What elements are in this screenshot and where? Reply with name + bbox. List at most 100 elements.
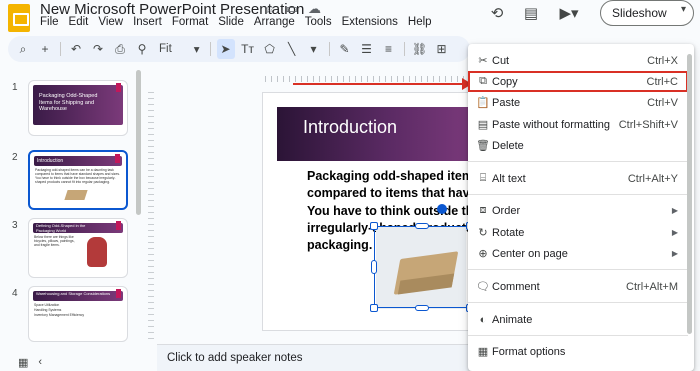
thumb-title: Introduction bbox=[37, 158, 64, 164]
slide-thumbnail-4[interactable]: Warehousing and Storage Considerations S… bbox=[28, 286, 128, 342]
animate-icon: ◐ bbox=[479, 313, 487, 326]
chevron-down-icon: ▾ bbox=[193, 44, 200, 56]
vertical-ruler[interactable] bbox=[148, 92, 154, 342]
thumb-body: Below there are things like bicycles, pi… bbox=[34, 235, 75, 247]
menu-divider bbox=[468, 161, 688, 162]
scissors-icon: ✂ bbox=[478, 55, 488, 67]
pen-icon[interactable]: ✎ bbox=[336, 39, 354, 59]
menu-item-order[interactable]: ⧈ Order ▶ bbox=[468, 200, 688, 221]
menu-item-format-options[interactable]: ▦ Format options bbox=[468, 341, 688, 362]
chevron-right-icon: ▶ bbox=[671, 206, 678, 215]
menu-extensions[interactable]: Extensions bbox=[342, 16, 398, 28]
paint-format-icon[interactable]: ⚲ bbox=[133, 39, 151, 59]
zoom-select[interactable]: Fit ▾ bbox=[155, 42, 204, 56]
rotate-handle[interactable] bbox=[437, 204, 447, 214]
thumb-band: Packaging Odd-Shaped Items for Shipping … bbox=[33, 85, 123, 125]
grid-view-icon[interactable]: ▦ bbox=[18, 356, 28, 369]
menu-divider bbox=[468, 302, 688, 303]
filmstrip-toggle-icon[interactable]: ‹ bbox=[38, 356, 42, 369]
menu-file[interactable]: File bbox=[40, 16, 59, 28]
menu-item-label: Copy bbox=[492, 75, 518, 88]
menu-item-label: Paste bbox=[492, 96, 521, 109]
menu-item-copy[interactable]: ⧉ Copy Ctrl+C bbox=[468, 71, 688, 92]
cloud-status-icon[interactable]: ☁ bbox=[308, 1, 321, 17]
format-options-icon: ▦ bbox=[477, 346, 489, 358]
thumb-body: Packaging odd-shaped items can be a daun… bbox=[35, 168, 121, 184]
image-selection-box[interactable] bbox=[374, 226, 470, 308]
menu-item-paste-without-formatting[interactable]: ▤ Paste without formatting Ctrl+Shift+V bbox=[468, 114, 688, 135]
menu-item-animate[interactable]: ◐ Animate bbox=[468, 309, 688, 330]
horizontal-ruler[interactable] bbox=[265, 76, 465, 82]
menu-item-center-on-page[interactable]: ⊕ Center on page ▶ bbox=[468, 243, 688, 264]
slide-thumbnail-3[interactable]: Defining Odd-Shaped in the Packaging Wor… bbox=[28, 218, 128, 278]
menu-arrange[interactable]: Arrange bbox=[254, 16, 295, 28]
trash-icon: 🗑 bbox=[476, 140, 490, 152]
order-icon: ⧈ bbox=[479, 204, 487, 216]
redo-icon[interactable]: ↷ bbox=[89, 39, 107, 59]
slide-filmstrip: 1 Packaging Odd-Shaped Items for Shippin… bbox=[0, 66, 150, 356]
menu-view[interactable]: View bbox=[98, 16, 123, 28]
menu-item-cut[interactable]: ✂ Cut Ctrl+X bbox=[468, 50, 688, 71]
resize-handle-s[interactable] bbox=[415, 305, 429, 311]
menu-slide[interactable]: Slide bbox=[218, 16, 244, 28]
menu-item-label: Comment bbox=[492, 280, 540, 293]
text-box-icon[interactable]: Tт bbox=[239, 39, 257, 59]
border-weight-icon[interactable]: ☰ bbox=[358, 39, 376, 59]
shortcut: Ctrl+V bbox=[647, 96, 678, 109]
slides-logo-icon[interactable] bbox=[8, 4, 30, 32]
add-comment-icon[interactable]: ⊞ bbox=[433, 39, 451, 59]
filmstrip-scrollbar[interactable] bbox=[136, 70, 141, 215]
link-icon[interactable]: ⛓ bbox=[411, 39, 429, 59]
rotate-icon: ↻ bbox=[478, 227, 488, 239]
menu-item-alt-text[interactable]: ⌸ Alt text Ctrl+Alt+Y bbox=[468, 168, 688, 189]
select-cursor-icon[interactable]: ➤ bbox=[216, 39, 235, 59]
resize-handle-n[interactable] bbox=[415, 223, 429, 229]
shortcut: Ctrl+Alt+M bbox=[626, 280, 678, 293]
chevron-down-icon[interactable]: ▾ bbox=[305, 39, 323, 59]
comments-icon[interactable]: ▤ bbox=[516, 0, 546, 26]
alt-text-icon: ⌸ bbox=[479, 172, 487, 184]
search-icon[interactable]: ⌕ bbox=[14, 39, 32, 59]
menu-item-label: Rotate bbox=[492, 226, 525, 239]
menu-divider bbox=[468, 194, 688, 195]
speaker-notes[interactable]: Click to add speaker notes bbox=[157, 344, 469, 371]
resize-handle-w[interactable] bbox=[371, 260, 377, 274]
shape-icon[interactable]: ⬠ bbox=[261, 39, 279, 59]
thumb-accent bbox=[116, 289, 121, 298]
menu-format[interactable]: Format bbox=[172, 16, 208, 28]
print-icon[interactable]: ⎙ bbox=[111, 39, 129, 59]
menu-item-label: Alt text bbox=[492, 172, 526, 185]
toolbar: ⌕ + ↶ ↷ ⎙ ⚲ Fit ▾ ➤ Tт ⬠ ╲ ▾ ✎ ☰ ≡ ⛓ ⊞ bbox=[8, 36, 470, 62]
menu-edit[interactable]: Edit bbox=[69, 16, 89, 28]
resize-handle-sw[interactable] bbox=[370, 304, 378, 312]
border-dash-icon[interactable]: ≡ bbox=[380, 39, 398, 59]
menu-insert[interactable]: Insert bbox=[133, 16, 162, 28]
thumb-image bbox=[87, 237, 107, 267]
new-slide-icon[interactable]: + bbox=[36, 39, 54, 59]
slide-title[interactable]: Introduction bbox=[303, 117, 397, 138]
history-icon[interactable]: ⟲ bbox=[482, 0, 512, 26]
slide-thumbnail-1[interactable]: Packaging Odd-Shaped Items for Shipping … bbox=[28, 80, 128, 136]
menu-item-label: Center on page bbox=[492, 247, 568, 260]
thumb-title: Warehousing and Storage Considerations bbox=[36, 291, 111, 296]
resize-handle-nw[interactable] bbox=[370, 222, 378, 230]
chevron-right-icon: ▶ bbox=[671, 249, 678, 258]
body-line: Packaging odd-shaped items c bbox=[307, 169, 472, 183]
menu-help[interactable]: Help bbox=[408, 16, 432, 28]
line-icon[interactable]: ╲ bbox=[283, 39, 301, 59]
menu-item-rotate[interactable]: ↻ Rotate ▶ bbox=[468, 222, 688, 243]
slide-thumbnail-2[interactable]: Introduction Packaging odd-shaped items … bbox=[28, 150, 128, 210]
chevron-down-icon[interactable]: ▾ bbox=[681, 4, 686, 15]
meet-video-icon[interactable]: ▶▾ bbox=[554, 0, 584, 26]
move-folder-icon[interactable]: ▭ bbox=[286, 1, 298, 17]
menu-item-comment[interactable]: 🗨 Comment Ctrl+Alt+M bbox=[468, 276, 688, 297]
context-menu-scrollbar[interactable] bbox=[687, 54, 692, 334]
menu-tools[interactable]: Tools bbox=[305, 16, 332, 28]
menu-item-paste[interactable]: 📋 Paste Ctrl+V bbox=[468, 92, 688, 113]
context-menu: ✂ Cut Ctrl+X ⧉ Copy Ctrl+C 📋 Paste Ctrl+… bbox=[468, 44, 694, 371]
menu-item-delete[interactable]: 🗑 Delete bbox=[468, 135, 688, 156]
thumb-band: Warehousing and Storage Considerations bbox=[33, 291, 123, 301]
slideshow-button[interactable]: Slideshow ▾ bbox=[600, 0, 694, 26]
undo-icon[interactable]: ↶ bbox=[67, 39, 85, 59]
star-icon[interactable]: ☆ bbox=[264, 1, 276, 17]
